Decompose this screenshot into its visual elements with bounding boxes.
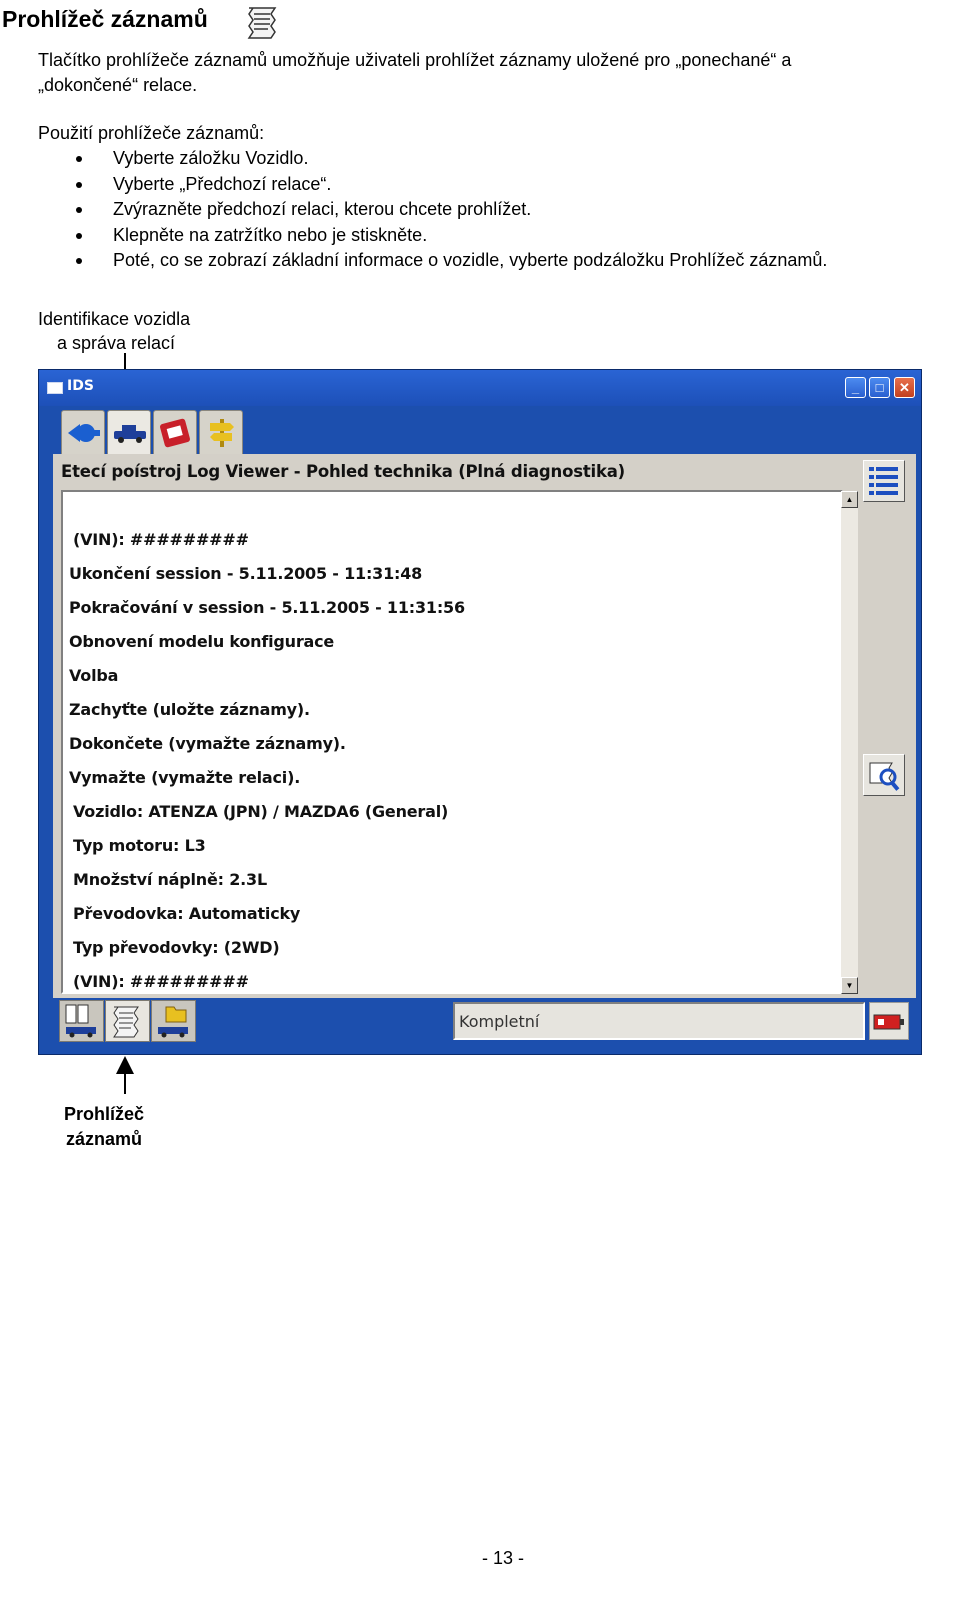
- subtab-vehicle-info[interactable]: [59, 1000, 104, 1042]
- battery-icon: [873, 1014, 904, 1030]
- list-icon: [869, 467, 898, 495]
- folder-vehicle-icon: [158, 1006, 188, 1038]
- close-button[interactable]: ✕: [894, 377, 915, 398]
- vertical-scrollbar[interactable]: ▲ ▼: [841, 491, 858, 994]
- log-line: Pokračování v session - 5.11.2005 - 11:3…: [69, 598, 465, 617]
- log-line: Vozidlo: ATENZA (JPN) / MAZDA6 (General): [73, 802, 449, 821]
- search-log-button[interactable]: [863, 754, 905, 796]
- log-content: (VIN): ######### Ukončení session - 5.11…: [61, 490, 843, 994]
- callout-vehicle-id-line-1: Identifikace vozidla: [38, 309, 191, 329]
- list-item: Vyberte „Předchozí relace“.: [38, 172, 827, 198]
- page-number: - 13 -: [482, 1548, 525, 1568]
- callout-log-viewer-line-2: záznamů: [66, 1129, 143, 1149]
- log-line: Ukončení session - 5.11.2005 - 11:31:48: [69, 564, 423, 583]
- log-line: (VIN): #########: [73, 972, 249, 991]
- tab-signpost[interactable]: [199, 410, 243, 454]
- signpost-icon: [210, 419, 234, 447]
- steps-list: Vyberte záložku Vozidlo. Vyberte „Předch…: [38, 146, 827, 274]
- ids-window: IDS _ □ ✕ Etecí poístroj Log Viewer - Po…: [38, 369, 922, 1055]
- maximize-button[interactable]: □: [869, 377, 890, 398]
- list-item: Klepněte na zatržítko nebo je stiskněte.: [38, 223, 827, 249]
- log-line: Převodovka: Automaticky: [73, 904, 301, 923]
- log-line: Vymažte (vymažte relaci).: [69, 768, 301, 787]
- back-arrow-icon: [68, 424, 100, 442]
- magnifier-log-icon: [869, 762, 900, 791]
- minimize-button[interactable]: _: [845, 377, 866, 398]
- log-line: (VIN): #########: [73, 530, 249, 549]
- log-viewer-icon: [113, 1006, 139, 1038]
- log-line: Zachyťte (uložte záznamy).: [69, 700, 310, 719]
- log-line: Obnovení modelu konfigurace: [69, 632, 335, 651]
- log-line: Typ převodovky: (2WD): [73, 938, 280, 957]
- list-item: Vyberte záložku Vozidlo.: [38, 146, 827, 172]
- window-titlebar: IDS _ □ ✕: [39, 370, 921, 406]
- window-icon: [47, 382, 63, 394]
- callout-log-viewer-line-1: Prohlížeč: [64, 1104, 145, 1124]
- panel-title: Etecí poístroj Log Viewer - Pohled techn…: [61, 462, 626, 481]
- usage-label: Použití prohlížeče záznamů:: [38, 123, 265, 143]
- vehicle-data-icon: [65, 1004, 96, 1038]
- log-viewer-panel: Etecí poístroj Log Viewer - Pohled techn…: [53, 454, 916, 998]
- toolbox-icon: [160, 418, 190, 448]
- log-line: Volba: [69, 666, 119, 685]
- log-line: Množství náplně: 2.3L: [73, 870, 267, 889]
- tab-back[interactable]: [61, 410, 105, 454]
- page-heading: Prohlížeč záznamů: [2, 6, 208, 32]
- tab-vehicle[interactable]: [107, 410, 151, 456]
- log-viewer-icon: [247, 7, 277, 39]
- battery-status: [869, 1002, 909, 1040]
- log-line: Typ motoru: L3: [73, 836, 206, 855]
- list-item: Zvýrazněte předchozí relaci, kterou chce…: [38, 197, 827, 223]
- tab-toolbox[interactable]: [153, 410, 197, 454]
- window-title: IDS: [67, 378, 94, 394]
- scroll-up-button[interactable]: ▲: [841, 491, 858, 508]
- bottom-toolbar: Kompletní: [53, 998, 916, 1048]
- list-item: Poté, co se zobrazí základní informace o…: [38, 248, 827, 274]
- intro-line-2: „dokončené“ relace.: [38, 75, 198, 95]
- intro-line-1: Tlačítko prohlížeče záznamů umožňuje uži…: [38, 50, 792, 70]
- status-field: Kompletní: [453, 1002, 865, 1040]
- list-view-button[interactable]: [863, 460, 905, 502]
- arrow-up-icon: [116, 1056, 134, 1074]
- vehicle-icon: [114, 425, 146, 443]
- subtab-sessions[interactable]: [151, 1000, 196, 1042]
- log-line: Dokončete (vymažte záznamy).: [69, 734, 346, 753]
- subtab-log-viewer[interactable]: [105, 1000, 150, 1042]
- callout-vehicle-id-line-2: a správa relací: [57, 333, 176, 353]
- scroll-down-button[interactable]: ▼: [841, 977, 858, 994]
